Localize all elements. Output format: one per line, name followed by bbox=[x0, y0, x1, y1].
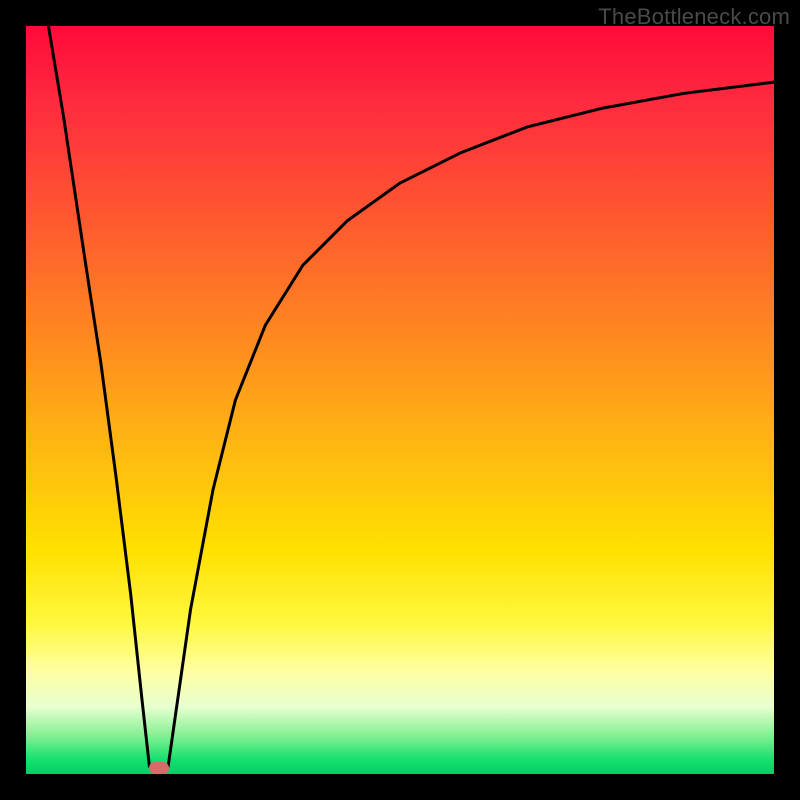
watermark: TheBottleneck.com bbox=[598, 4, 790, 30]
bottleneck-curve bbox=[26, 26, 774, 774]
optimal-marker bbox=[149, 762, 168, 774]
outer-frame: TheBottleneck.com bbox=[0, 0, 800, 800]
plot-area bbox=[26, 26, 774, 774]
